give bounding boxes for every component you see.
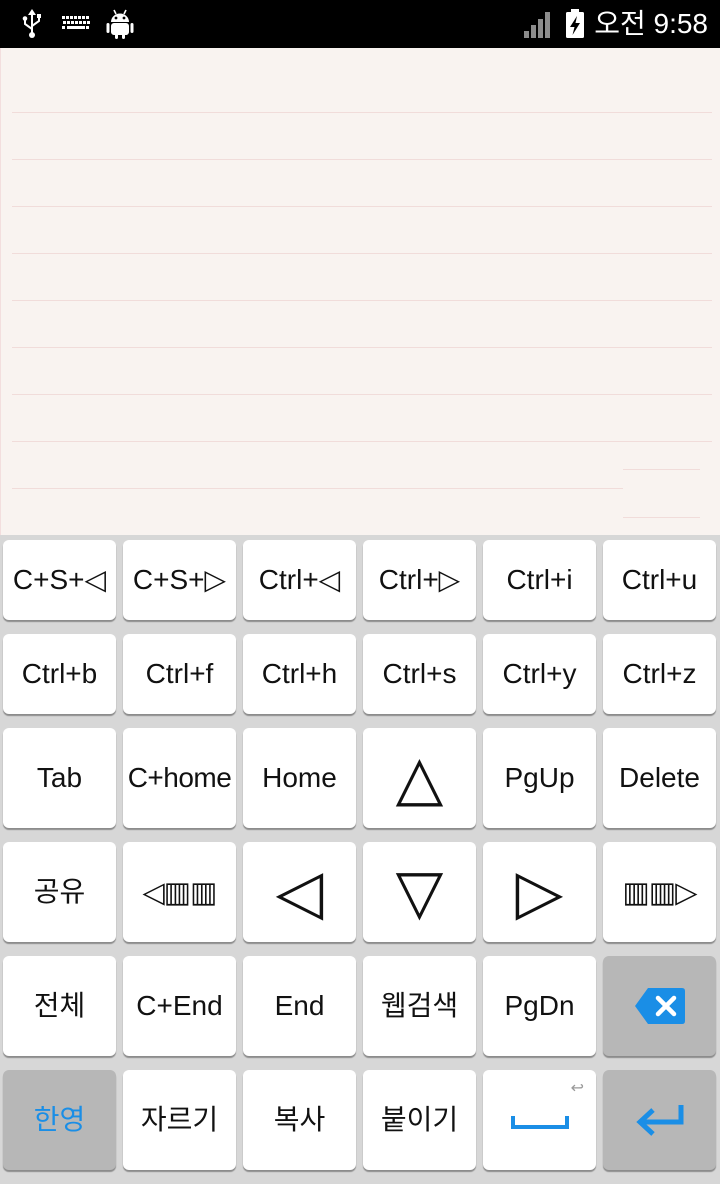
key-page-up[interactable]: PgUp: [483, 728, 596, 828]
ruled-line-segment: [623, 517, 700, 518]
key-language-toggle[interactable]: 한영: [3, 1070, 116, 1170]
key-ctrl-z[interactable]: Ctrl+z: [603, 634, 716, 714]
key-ctrl-i[interactable]: Ctrl+i: [483, 540, 596, 620]
key-arrow-right[interactable]: ▷: [483, 842, 596, 942]
usb-icon: [20, 9, 44, 39]
space-bar-icon: [510, 1116, 569, 1129]
key-paste[interactable]: 붙이기: [363, 1070, 476, 1170]
key-ctrl-h[interactable]: Ctrl+h: [243, 634, 356, 714]
key-cut[interactable]: 자르기: [123, 1070, 236, 1170]
key-ctrl-shift-right[interactable]: C+S+▷: [123, 540, 236, 620]
key-ctrl-right[interactable]: Ctrl+▷: [363, 540, 476, 620]
key-ctrl-home[interactable]: C+home: [123, 728, 236, 828]
keyboard: C+S+◁ C+S+▷ Ctrl+◁ Ctrl+▷ Ctrl+i Ctrl+u …: [0, 535, 720, 1184]
key-word-left[interactable]: ◁▥▥: [123, 842, 236, 942]
text-editor[interactable]: [0, 48, 720, 536]
key-word-right[interactable]: ▥▥▷: [603, 842, 716, 942]
key-ctrl-left[interactable]: Ctrl+◁: [243, 540, 356, 620]
key-arrow-up[interactable]: △: [363, 728, 476, 828]
key-enter[interactable]: [603, 1070, 716, 1170]
key-ctrl-y[interactable]: Ctrl+y: [483, 634, 596, 714]
key-ctrl-f[interactable]: Ctrl+f: [123, 634, 236, 714]
key-ctrl-shift-left[interactable]: C+S+◁: [3, 540, 116, 620]
key-arrow-down[interactable]: ▽: [363, 842, 476, 942]
ruled-lines: [12, 112, 712, 536]
key-ctrl-u[interactable]: Ctrl+u: [603, 540, 716, 620]
status-time: 오전 9:58: [594, 8, 708, 39]
key-space[interactable]: ↩: [483, 1070, 596, 1170]
key-ctrl-end[interactable]: C+End: [123, 956, 236, 1056]
signal-icon: [523, 11, 551, 39]
key-ctrl-b[interactable]: Ctrl+b: [3, 634, 116, 714]
battery-charging-icon: [565, 9, 585, 39]
key-select-all[interactable]: 전체: [3, 956, 116, 1056]
key-page-down[interactable]: PgDn: [483, 956, 596, 1056]
backspace-icon: [634, 988, 685, 1024]
ruled-lines-patch: [623, 442, 712, 535]
android-debug-icon: [106, 9, 134, 39]
enter-icon: [635, 1105, 683, 1136]
keyboard-icon: [62, 16, 90, 32]
key-backspace[interactable]: [603, 956, 716, 1056]
key-web-search[interactable]: 웹검색: [363, 956, 476, 1056]
key-ctrl-s[interactable]: Ctrl+s: [363, 634, 476, 714]
key-space-hint: ↩: [570, 1078, 584, 1097]
ruled-line-segment: [623, 469, 700, 470]
key-tab[interactable]: Tab: [3, 728, 116, 828]
key-arrow-left[interactable]: ◁: [243, 842, 356, 942]
key-delete[interactable]: Delete: [603, 728, 716, 828]
key-home[interactable]: Home: [243, 728, 356, 828]
status-bar: 오전 9:58: [0, 0, 720, 48]
key-share[interactable]: 공유: [3, 842, 116, 942]
key-end[interactable]: End: [243, 956, 356, 1056]
key-copy[interactable]: 복사: [243, 1070, 356, 1170]
